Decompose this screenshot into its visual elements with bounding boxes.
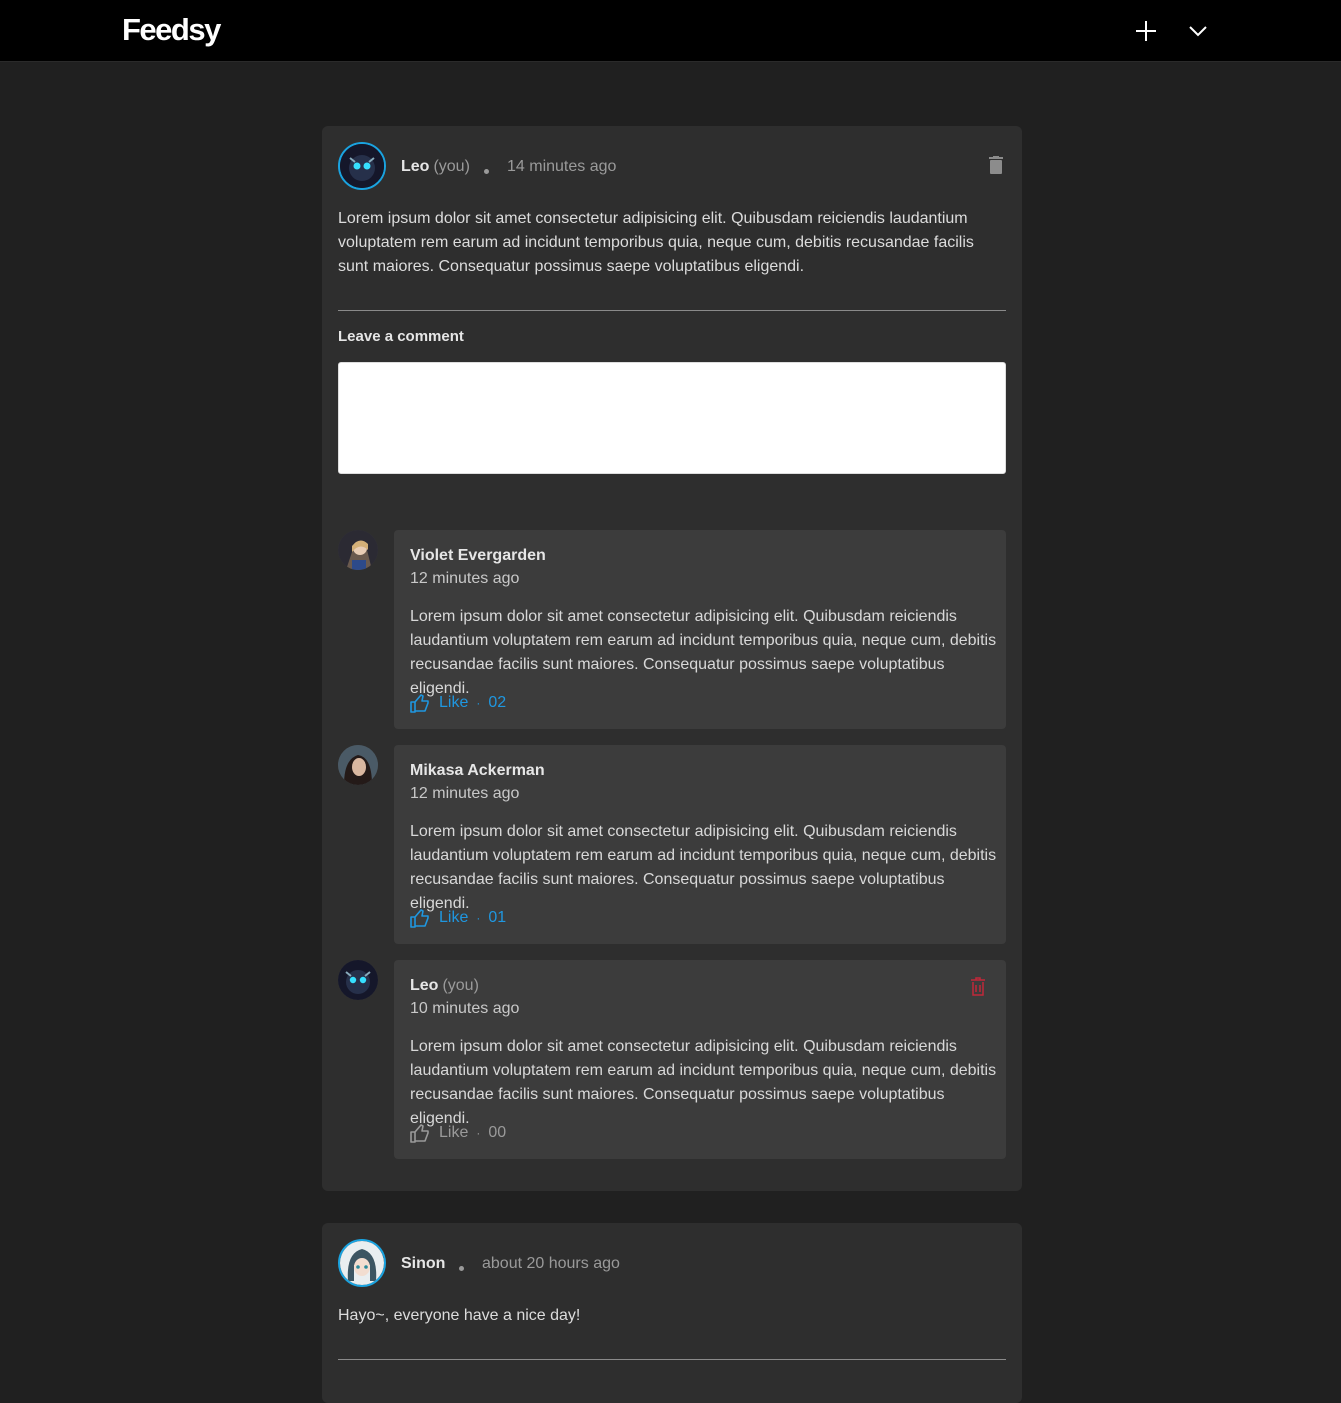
- like-label: Like: [439, 694, 469, 711]
- like-label: Like: [439, 909, 469, 926]
- post-card: Leo (you) 14 minutes ago Lorem ipsum dolo…: [322, 126, 1022, 1191]
- like-count: 02: [488, 694, 507, 711]
- comment-author[interactable]: Violet Evergarden: [410, 547, 546, 565]
- chevron-down-icon[interactable]: [1186, 19, 1210, 43]
- comment-time: 12 minutes ago: [410, 785, 520, 802]
- author-name: Leo: [401, 158, 430, 175]
- comment-body: Lorem ipsum dolor sit amet consectetur a…: [410, 1038, 997, 1127]
- app-logo[interactable]: Feedsy: [122, 12, 221, 48]
- plus-icon[interactable]: [1134, 19, 1158, 43]
- comment-card: Violet Evergarden 12 minutes ago Lorem i…: [394, 530, 1006, 729]
- post-body: Lorem ipsum dolor sit amet consectetur a…: [338, 210, 974, 275]
- post-author[interactable]: Sinon: [401, 1255, 445, 1273]
- post-author[interactable]: Leo (you): [401, 158, 470, 176]
- author-name: Mikasa Ackerman: [410, 762, 545, 779]
- avatar[interactable]: [338, 1239, 386, 1287]
- like-label: Like: [439, 1124, 469, 1141]
- comment-body: Lorem ipsum dolor sit amet consectetur a…: [410, 823, 997, 912]
- post-time: 14 minutes ago: [507, 158, 617, 175]
- like-button[interactable]: Like · 02: [410, 692, 506, 714]
- avatar[interactable]: [338, 960, 378, 1000]
- author-name: Sinon: [401, 1255, 446, 1272]
- you-tag: (you): [442, 977, 479, 994]
- like-separator: ·: [476, 911, 481, 925]
- trash-icon[interactable]: [970, 977, 986, 996]
- like-button[interactable]: Like · 01: [410, 907, 506, 929]
- thumbs-up-icon: [410, 1124, 429, 1143]
- comment-card: Leo (you) 10 minutes ago Lorem ipsum dolo…: [394, 960, 1006, 1159]
- comment-body: Lorem ipsum dolor sit amet consectetur a…: [410, 608, 997, 697]
- comment-input[interactable]: [338, 362, 1006, 474]
- trash-icon[interactable]: [988, 156, 1004, 174]
- avatar[interactable]: [338, 745, 378, 785]
- avatar[interactable]: [338, 530, 378, 570]
- author-name: Leo: [410, 977, 439, 994]
- thumbs-up-icon: [410, 909, 429, 928]
- thumbs-up-icon: [410, 694, 429, 713]
- like-count: 01: [488, 909, 507, 926]
- divider: [338, 1359, 1006, 1360]
- separator-dot: [484, 169, 489, 174]
- like-button[interactable]: Like · 00: [410, 1122, 506, 1144]
- you-tag: (you): [433, 158, 470, 175]
- comment-author[interactable]: Mikasa Ackerman: [410, 762, 545, 780]
- separator-dot: [459, 1266, 464, 1271]
- like-separator: ·: [476, 1126, 481, 1140]
- post-card: Sinon about 20 hours ago Hayo~, everyone…: [322, 1223, 1022, 1403]
- like-separator: ·: [476, 696, 481, 710]
- comment-label: Leave a comment: [338, 328, 464, 345]
- top-navbar: Feedsy: [0, 0, 1341, 62]
- divider: [338, 310, 1006, 311]
- comment-author[interactable]: Leo (you): [410, 977, 479, 995]
- author-name: Violet Evergarden: [410, 547, 546, 564]
- comment-time: 12 minutes ago: [410, 570, 520, 587]
- like-count: 00: [488, 1124, 507, 1141]
- comment-card: Mikasa Ackerman 12 minutes ago Lorem ips…: [394, 745, 1006, 944]
- post-body: Hayo~, everyone have a nice day!: [338, 1307, 581, 1324]
- avatar[interactable]: [338, 142, 386, 190]
- comment-time: 10 minutes ago: [410, 1000, 520, 1017]
- post-time: about 20 hours ago: [482, 1255, 620, 1272]
